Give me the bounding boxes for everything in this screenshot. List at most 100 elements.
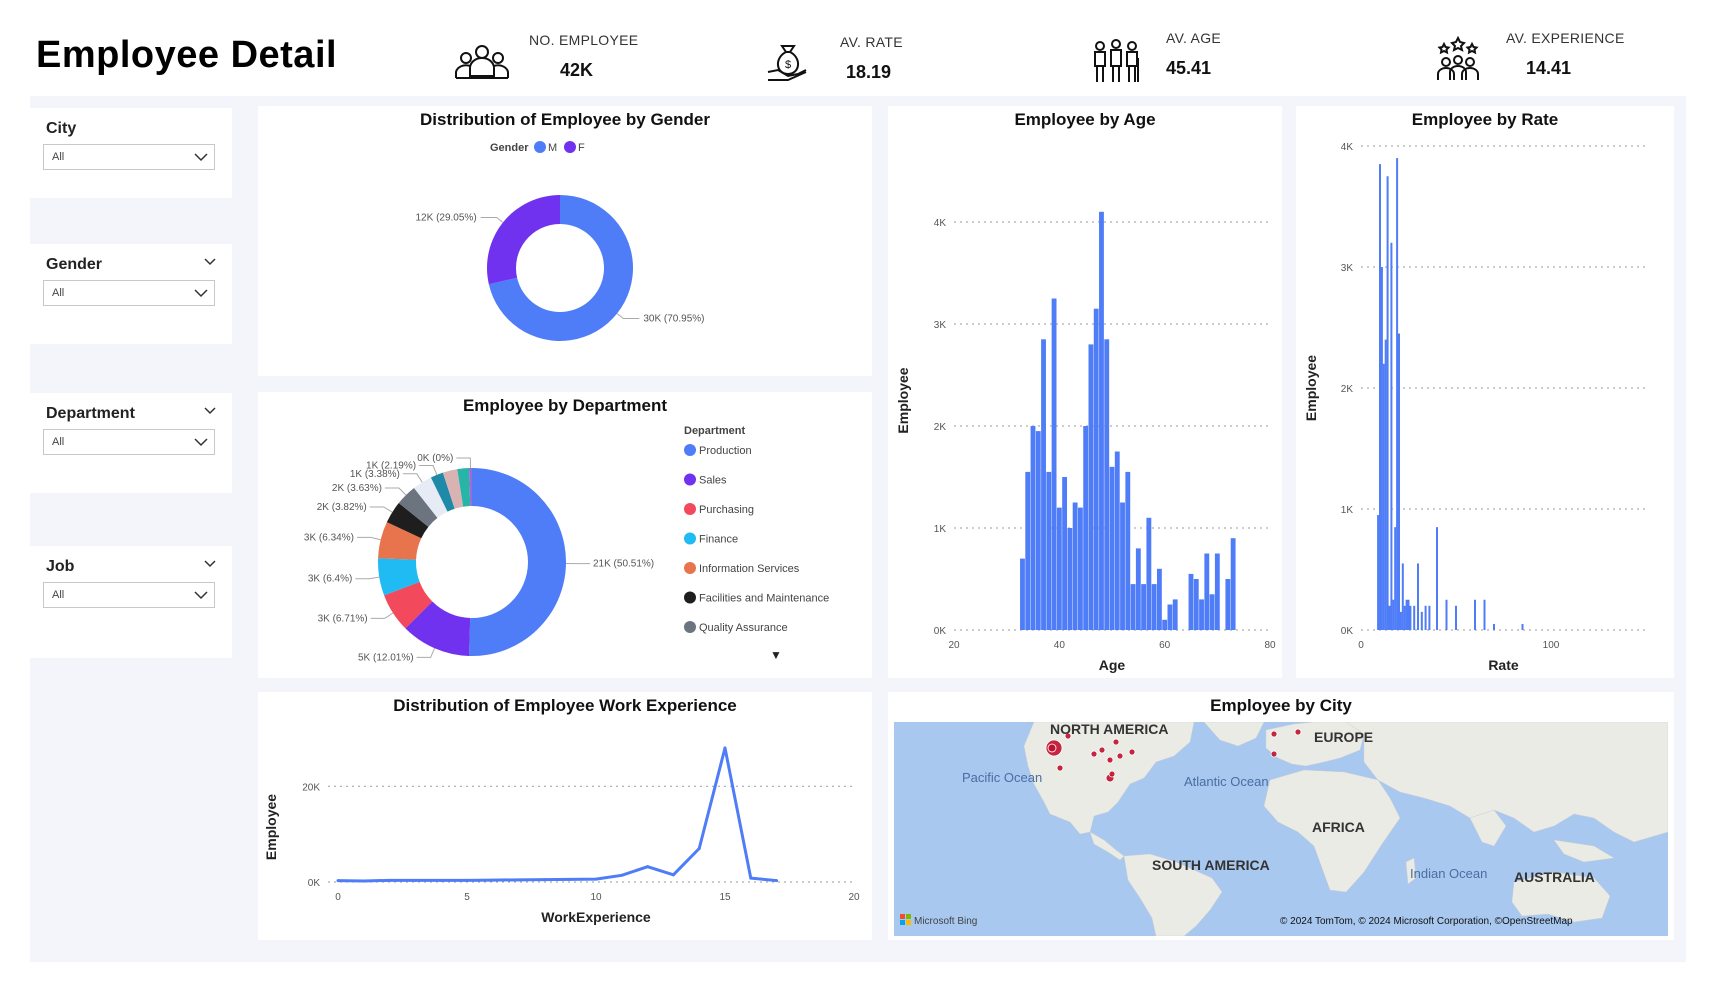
rate-chart-card[interactable]: Employee by Rate 0K 1K 2K 3K 4K 0 100 Rate Emplo… — [1296, 106, 1674, 678]
histogram-bar[interactable] — [1521, 623, 1524, 630]
legend-marker[interactable] — [684, 444, 696, 456]
data-point[interactable] — [413, 878, 417, 882]
histogram-bar[interactable] — [1088, 344, 1094, 630]
histogram-bar[interactable] — [1388, 605, 1391, 630]
department-dropdown[interactable]: All — [43, 429, 215, 455]
legend-marker[interactable] — [684, 532, 696, 545]
donut-slice[interactable] — [468, 468, 567, 656]
histogram-bar[interactable] — [1409, 605, 1412, 630]
legend-more-button[interactable]: ▼ — [770, 648, 782, 662]
city-map-card[interactable]: Employee by City NORTH AMERICA EUROPE AF… — [888, 692, 1674, 940]
legend-marker[interactable] — [684, 621, 696, 633]
data-point[interactable] — [620, 873, 624, 877]
histogram-bar[interactable] — [1077, 507, 1083, 630]
histogram-bar[interactable] — [1445, 599, 1448, 630]
histogram-bar[interactable] — [1483, 599, 1486, 630]
histogram-bar[interactable] — [1401, 563, 1404, 630]
histogram-bar[interactable] — [1380, 267, 1383, 630]
histogram-bar[interactable] — [1230, 538, 1236, 630]
data-point[interactable] — [723, 746, 727, 750]
chevron-down-icon[interactable] — [204, 405, 216, 417]
histogram-bar[interactable] — [1428, 605, 1431, 630]
department-chart-card[interactable]: Employee by Department 5K (12.01%) 3K (6.… — [258, 392, 872, 678]
job-dropdown[interactable]: All — [43, 582, 215, 608]
experience-line[interactable] — [337, 746, 777, 883]
legend-marker[interactable] — [684, 591, 696, 604]
data-point[interactable] — [362, 879, 366, 883]
city-bubble[interactable] — [1112, 738, 1120, 746]
map-attribution[interactable]: © 2024 TomTom, © 2024 Microsoft Corporat… — [1280, 916, 1573, 927]
histogram-bar[interactable] — [1020, 558, 1025, 630]
histogram-bar[interactable] — [1396, 158, 1399, 630]
histogram-bar[interactable] — [1046, 471, 1052, 630]
histogram-bar[interactable] — [1104, 339, 1110, 630]
city-bubble[interactable] — [1270, 730, 1278, 738]
histogram-bar[interactable] — [1384, 339, 1387, 630]
gender-chart-card[interactable]: Distribution of Employee by Gender Gende… — [258, 106, 872, 376]
data-point[interactable] — [388, 878, 392, 882]
data-point[interactable] — [336, 879, 340, 883]
slicer-department[interactable]: Department All — [30, 393, 232, 493]
legend-marker[interactable] — [684, 473, 696, 486]
legend-marker[interactable] — [684, 503, 696, 515]
slicer-gender[interactable]: Gender All — [30, 244, 232, 344]
histogram-bar[interactable] — [1403, 605, 1406, 630]
histogram-bar[interactable] — [1398, 333, 1400, 630]
city-bubble[interactable] — [1047, 743, 1057, 753]
histogram-bar[interactable] — [1386, 176, 1389, 630]
chevron-down-icon[interactable] — [204, 558, 216, 570]
histogram-bar[interactable] — [1156, 568, 1162, 630]
histogram-bar[interactable] — [1424, 605, 1427, 630]
data-point[interactable] — [542, 878, 546, 882]
histogram-bar[interactable] — [1474, 599, 1476, 630]
histogram-bar[interactable] — [1056, 507, 1062, 630]
city-bubble[interactable] — [1056, 764, 1064, 772]
data-point[interactable] — [749, 876, 753, 880]
data-point[interactable] — [465, 878, 469, 882]
histogram-bar[interactable] — [1051, 298, 1057, 631]
histogram-bar[interactable] — [1417, 563, 1419, 630]
data-point[interactable] — [697, 847, 701, 850]
histogram-bar[interactable] — [1099, 211, 1104, 631]
experience-chart-card[interactable]: Distribution of Employee Work Experience… — [258, 692, 872, 940]
slicer-city[interactable]: City All — [30, 108, 232, 198]
histogram-bar[interactable] — [1120, 502, 1125, 631]
histogram-bar[interactable] — [1209, 594, 1215, 630]
histogram-bar[interactable] — [1455, 605, 1457, 630]
histogram-bar[interactable] — [1436, 527, 1438, 630]
histogram-bar[interactable] — [1407, 599, 1410, 630]
histogram-bar[interactable] — [1109, 466, 1115, 630]
histogram-bar[interactable] — [1135, 548, 1141, 630]
histogram-bar[interactable] — [1130, 584, 1136, 630]
data-point[interactable] — [568, 877, 572, 881]
histogram-bar[interactable] — [1193, 579, 1199, 630]
histogram-bar[interactable] — [1413, 605, 1416, 630]
histogram-bar[interactable] — [1151, 584, 1157, 630]
data-point[interactable] — [671, 873, 675, 877]
histogram-bar[interactable] — [1392, 599, 1395, 630]
histogram-bar[interactable] — [1493, 623, 1495, 630]
chevron-down-icon[interactable] — [204, 256, 216, 268]
city-bubble[interactable] — [1116, 752, 1124, 760]
data-point[interactable] — [775, 879, 779, 883]
city-bubble[interactable] — [1294, 728, 1302, 736]
histogram-bar[interactable] — [1188, 573, 1194, 630]
histogram-bar[interactable] — [1390, 242, 1393, 631]
world-map[interactable]: NORTH AMERICA EUROPE AFRICA SOUTH AMERIC… — [894, 722, 1668, 936]
histogram-bar[interactable] — [1172, 599, 1178, 630]
histogram-bar[interactable] — [1420, 611, 1423, 630]
city-bubble[interactable] — [1270, 750, 1278, 758]
histogram-bar[interactable] — [1162, 619, 1168, 630]
histogram-bar[interactable] — [1067, 528, 1073, 630]
data-point[interactable] — [646, 865, 650, 869]
histogram-bar[interactable] — [1199, 599, 1204, 630]
histogram-bar[interactable] — [1146, 517, 1152, 630]
histogram-bar[interactable] — [1030, 426, 1036, 630]
data-point[interactable] — [594, 877, 598, 881]
histogram-bar[interactable] — [1382, 363, 1385, 630]
histogram-bar[interactable] — [1167, 604, 1173, 631]
city-bubble[interactable] — [1098, 746, 1106, 754]
city-bubble[interactable] — [1128, 748, 1136, 756]
city-dropdown[interactable]: All — [43, 144, 215, 170]
histogram-bar[interactable] — [1125, 471, 1131, 630]
